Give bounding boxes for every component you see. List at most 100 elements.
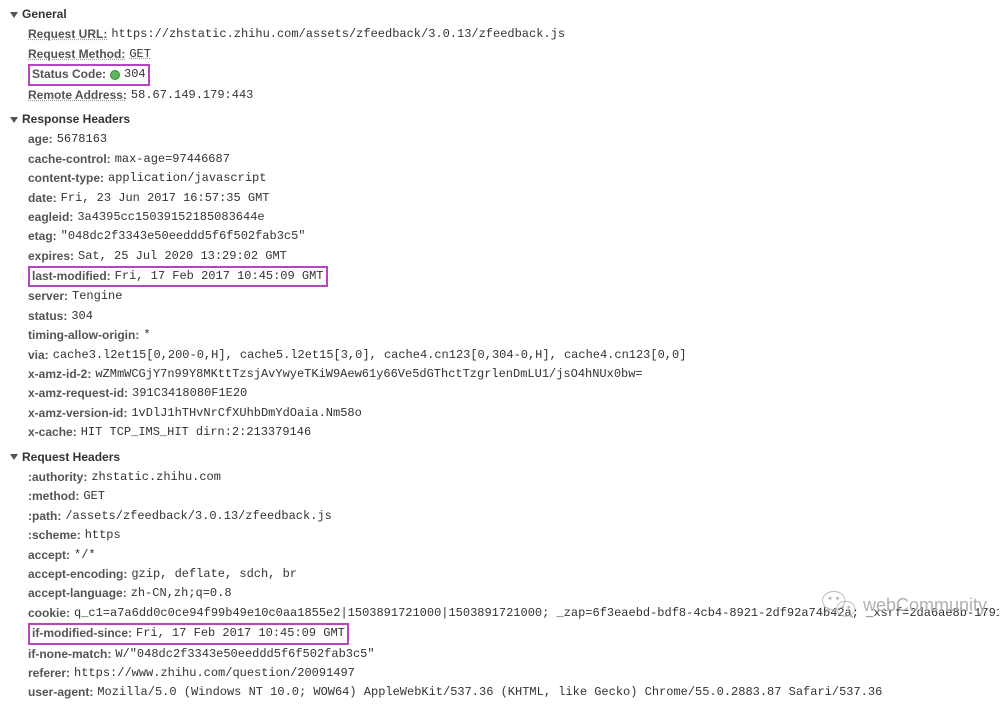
watermark: webCommunity [821,587,987,623]
header-row: user-agent:Mozilla/5.0 (Windows NT 10.0;… [28,683,999,702]
header-row: :path:/assets/zfeedback/3.0.13/zfeedback… [28,507,999,526]
request-url-label: Request URL: [28,26,107,43]
header-value: Fri, 17 Feb 2017 10:45:09 GMT [136,625,345,642]
header-key: last-modified: [32,268,111,285]
general-section: General Request URL: https://zhstatic.zh… [8,4,999,105]
header-key: cache-control: [28,151,111,168]
collapse-icon [10,12,18,18]
header-key: x-cache: [28,424,77,441]
header-value: "048dc2f3343e50eeddd5f6f502fab3c5" [61,228,306,245]
header-key: x-amz-id-2: [28,366,91,383]
header-value: 304 [71,308,93,325]
header-value: /assets/zfeedback/3.0.13/zfeedback.js [65,508,331,525]
header-key: eagleid: [28,209,73,226]
header-value: https [85,527,121,544]
header-value: 1vDlJ1hTHvNrCfXUhbDmYdOaia.Nm58o [131,405,361,422]
header-value: W/"048dc2f3343e50eeddd5f6f502fab3c5" [115,646,374,663]
section-title: General [22,6,67,23]
status-dot-icon [110,70,120,80]
header-value: https://www.zhihu.com/question/20091497 [74,665,355,682]
general-body: Request URL: https://zhstatic.zhihu.com/… [8,25,999,105]
header-key: :path: [28,508,61,525]
header-value: max-age=97446687 [115,151,230,168]
header-key: accept: [28,547,70,564]
header-key: if-none-match: [28,646,111,663]
header-row: status:304 [28,307,999,326]
request-url-value: https://zhstatic.zhihu.com/assets/zfeedb… [111,26,565,43]
header-key: expires: [28,248,74,265]
header-value: */* [74,547,96,564]
header-row: if-modified-since:Fri, 17 Feb 2017 10:45… [28,623,999,644]
header-row: x-cache:HIT TCP_IMS_HIT dirn:2:213379146 [28,423,999,442]
collapse-icon [10,454,18,460]
header-value: wZMmWCGjY7n99Y8MKttTzsjAvYwyeTKiW9Aew61y… [95,366,642,383]
request-method-label: Request Method: [28,46,125,63]
remote-address-label: Remote Address: [28,87,127,104]
section-title: Request Headers [22,449,120,466]
header-key: age: [28,131,53,148]
request-method-row: Request Method: GET [28,45,999,64]
general-header[interactable]: General [8,4,999,25]
watermark-text: webCommunity [863,592,987,618]
header-row: date:Fri, 23 Jun 2017 16:57:35 GMT [28,189,999,208]
remote-address-row: Remote Address: 58.67.149.179:443 [28,86,999,105]
header-value: application/javascript [108,170,266,187]
header-row: x-amz-id-2:wZMmWCGjY7n99Y8MKttTzsjAvYwye… [28,365,999,384]
request-method-value: GET [129,46,151,63]
response-headers-header[interactable]: Response Headers [8,109,999,130]
response-headers-section: Response Headers age:5678163cache-contro… [8,109,999,443]
header-value: 5678163 [57,131,107,148]
header-row: accept:*/* [28,546,999,565]
header-row: referer:https://www.zhihu.com/question/2… [28,664,999,683]
request-url-row: Request URL: https://zhstatic.zhihu.com/… [28,25,999,44]
header-row: last-modified:Fri, 17 Feb 2017 10:45:09 … [28,266,999,287]
header-row: via:cache3.l2et15[0,200-0,H], cache5.l2e… [28,346,999,365]
status-code-value: 304 [124,66,146,83]
wechat-icon [821,587,857,623]
collapse-icon [10,117,18,123]
header-row: accept-encoding:gzip, deflate, sdch, br [28,565,999,584]
header-row: etag:"048dc2f3343e50eeddd5f6f502fab3c5" [28,227,999,246]
header-row: :scheme:https [28,526,999,545]
header-key: accept-encoding: [28,566,127,583]
header-row: timing-allow-origin:* [28,326,999,345]
header-value: Fri, 17 Feb 2017 10:45:09 GMT [115,268,324,285]
request-headers-section: Request Headers :authority:zhstatic.zhih… [8,447,999,703]
header-key: status: [28,308,67,325]
response-headers-body: age:5678163cache-control:max-age=9744668… [8,130,999,442]
header-key: x-amz-version-id: [28,405,127,422]
header-row: cache-control:max-age=97446687 [28,150,999,169]
header-key: content-type: [28,170,104,187]
header-key: cookie: [28,605,70,622]
header-value: 3a4395cc15039152185083644e [77,209,264,226]
header-value: Mozilla/5.0 (Windows NT 10.0; WOW64) App… [97,684,882,701]
header-row: x-amz-request-id:391C3418080F1E20 [28,384,999,403]
header-key: via: [28,347,49,364]
header-row: content-type:application/javascript [28,169,999,188]
header-row: age:5678163 [28,130,999,149]
header-row: x-amz-version-id:1vDlJ1hTHvNrCfXUhbDmYdO… [28,404,999,423]
request-headers-header[interactable]: Request Headers [8,447,999,468]
header-key: :authority: [28,469,87,486]
header-key: server: [28,288,68,305]
header-value: Fri, 23 Jun 2017 16:57:35 GMT [61,190,270,207]
status-code-row: Status Code: 304 [28,64,999,85]
header-row: expires:Sat, 25 Jul 2020 13:29:02 GMT [28,247,999,266]
status-code-highlight: Status Code: 304 [28,64,150,85]
header-key: x-amz-request-id: [28,385,128,402]
status-code-label: Status Code: [32,66,106,83]
header-key: date: [28,190,57,207]
header-value: HIT TCP_IMS_HIT dirn:2:213379146 [81,424,311,441]
header-key: :method: [28,488,79,505]
header-row: server:Tengine [28,287,999,306]
header-row: eagleid:3a4395cc15039152185083644e [28,208,999,227]
header-key: timing-allow-origin: [28,327,139,344]
highlighted-header: last-modified:Fri, 17 Feb 2017 10:45:09 … [28,266,328,287]
section-title: Response Headers [22,111,130,128]
header-key: :scheme: [28,527,81,544]
header-value: 391C3418080F1E20 [132,385,247,402]
header-row: :authority:zhstatic.zhihu.com [28,468,999,487]
header-value: Tengine [72,288,122,305]
header-value: * [143,327,150,344]
highlighted-header: if-modified-since:Fri, 17 Feb 2017 10:45… [28,623,349,644]
